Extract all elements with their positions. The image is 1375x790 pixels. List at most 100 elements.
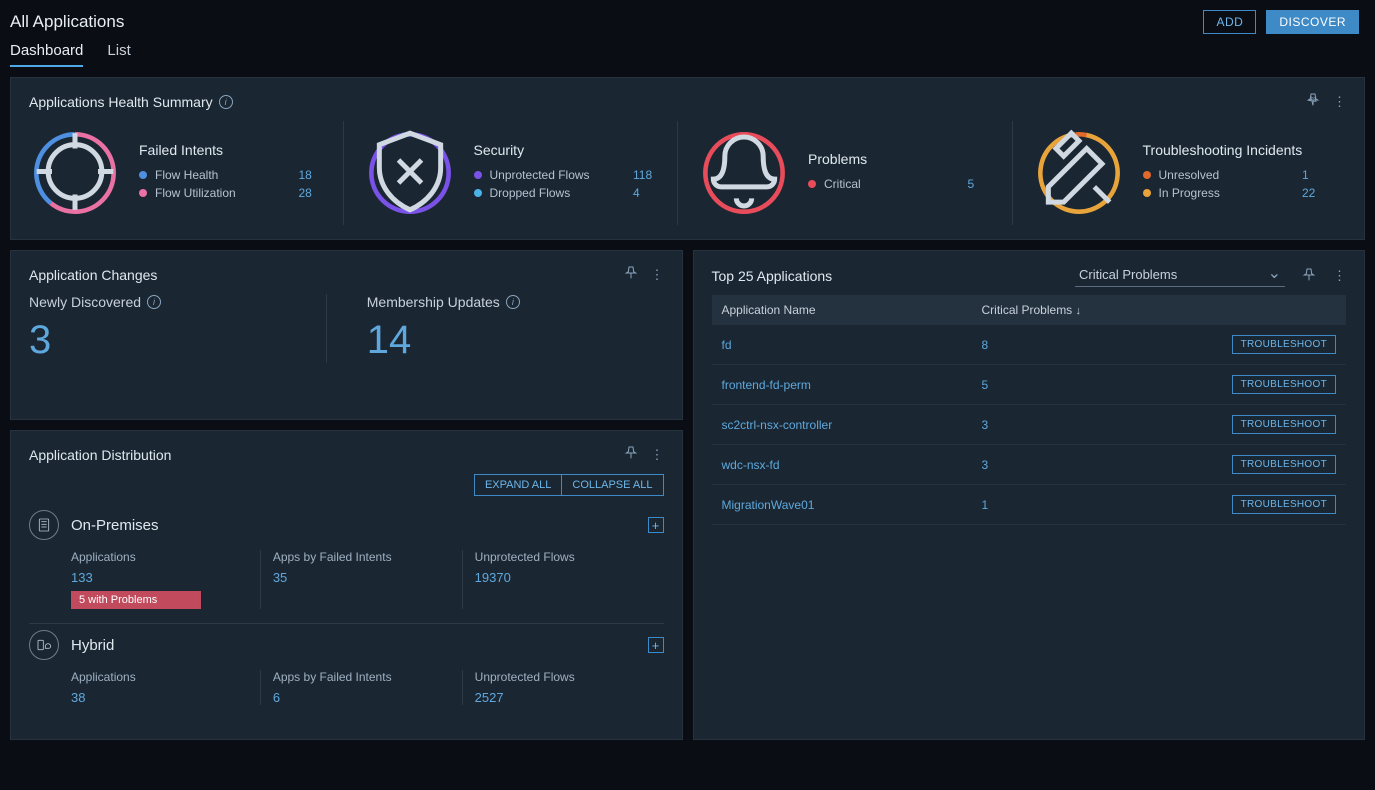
pin-icon[interactable] (1301, 267, 1317, 286)
pin-icon[interactable] (623, 445, 639, 464)
dist-value[interactable]: 38 (71, 690, 248, 705)
distribution-group-onprem: On-Premises + Applications 133 5 with Pr… (29, 510, 664, 624)
legend-value[interactable]: 18 (299, 168, 323, 182)
table-row: fd8 TROUBLESHOOT (712, 325, 1347, 365)
tab-list[interactable]: List (107, 42, 130, 67)
dot-icon (1143, 189, 1151, 197)
critical-problems-value: 1 (982, 498, 1212, 512)
table-row: sc2ctrl-nsx-controller3 TROUBLESHOOT (712, 405, 1347, 445)
collapse-all-button[interactable]: COLLAPSE ALL (561, 474, 663, 496)
health-troubleshooting: Troubleshooting Incidents Unresolved 1 In… (1013, 121, 1347, 225)
critical-problems-value: 3 (982, 458, 1212, 472)
application-changes-title: Application Changes (29, 267, 157, 283)
tools-icon (1033, 126, 1125, 221)
add-button[interactable]: ADD (1203, 10, 1256, 34)
dot-icon (139, 189, 147, 197)
legend-label: In Progress (1159, 186, 1295, 200)
dot-icon (474, 171, 482, 179)
column-critical-problems[interactable]: Critical Problems ↓ (982, 303, 1212, 317)
troubleshooting-heading: Troubleshooting Incidents (1143, 142, 1327, 158)
info-icon[interactable]: i (219, 95, 233, 109)
expand-all-button[interactable]: EXPAND ALL (474, 474, 561, 496)
dist-value[interactable]: 19370 (475, 570, 652, 585)
kebab-icon[interactable]: ⋮ (651, 267, 664, 283)
app-name-link[interactable]: wdc-nsx-fd (722, 458, 982, 472)
legend-value[interactable]: 1 (1302, 168, 1326, 182)
health-summary-panel: Applications Health Summary i ⋮ (10, 77, 1365, 240)
troubleshoot-button[interactable]: TROUBLESHOOT (1232, 415, 1336, 434)
table-header: Application Name Critical Problems ↓ (712, 295, 1347, 325)
problems-heading: Problems (808, 151, 992, 167)
tabs: Dashboard List (0, 34, 1375, 67)
critical-problems-value: 3 (982, 418, 1212, 432)
troubleshoot-button[interactable]: TROUBLESHOOT (1232, 375, 1336, 394)
critical-problems-value: 5 (982, 378, 1212, 392)
health-problems: Problems Critical 5 (678, 121, 1013, 225)
application-distribution-panel: Application Distribution ⋮ EXPAND ALL CO… (10, 430, 683, 740)
troubleshoot-button[interactable]: TROUBLESHOOT (1232, 335, 1336, 354)
app-name-link[interactable]: MigrationWave01 (722, 498, 982, 512)
legend-label: Flow Utilization (155, 186, 291, 200)
column-app-name[interactable]: Application Name (722, 303, 982, 317)
legend-label: Unresolved (1159, 168, 1295, 182)
dist-value[interactable]: 133 (71, 570, 248, 585)
troubleshoot-button[interactable]: TROUBLESHOOT (1232, 455, 1336, 474)
failed-intents-heading: Failed Intents (139, 142, 323, 158)
app-name-link[interactable]: frontend-fd-perm (722, 378, 982, 392)
top-applications-panel: Top 25 Applications Critical Problems ⋮ … (693, 250, 1366, 740)
expand-button[interactable]: + (648, 517, 664, 533)
distribution-name: Hybrid (71, 637, 636, 654)
dot-icon (1143, 171, 1151, 179)
table-row: MigrationWave011 TROUBLESHOOT (712, 485, 1347, 525)
legend-value[interactable]: 4 (633, 186, 657, 200)
discover-button[interactable]: DISCOVER (1266, 10, 1359, 34)
kebab-icon[interactable]: ⋮ (1333, 94, 1346, 110)
kebab-icon[interactable]: ⋮ (1333, 268, 1346, 284)
pin-icon[interactable] (623, 265, 639, 284)
shield-x-icon (364, 126, 456, 221)
legend-value[interactable]: 28 (299, 186, 323, 200)
security-heading: Security (474, 142, 658, 158)
info-icon[interactable]: i (506, 295, 520, 309)
legend-label: Dropped Flows (490, 186, 626, 200)
dist-label: Apps by Failed Intents (273, 670, 450, 684)
dist-value[interactable]: 6 (273, 690, 450, 705)
legend-label: Flow Health (155, 168, 291, 182)
dist-label: Applications (71, 670, 248, 684)
dist-value[interactable]: 2527 (475, 690, 652, 705)
legend-value[interactable]: 118 (633, 168, 657, 182)
legend-label: Critical (824, 177, 960, 191)
datacenter-icon (29, 510, 59, 540)
dot-icon (474, 189, 482, 197)
newly-discovered-label: Newly Discovered (29, 294, 141, 310)
application-changes-panel: Application Changes ⋮ Newly Discoveredi … (10, 250, 683, 420)
membership-updates-value[interactable]: 14 (367, 318, 664, 363)
kebab-icon[interactable]: ⋮ (651, 447, 664, 463)
expand-button[interactable]: + (648, 637, 664, 653)
health-summary-title: Applications Health Summary (29, 94, 213, 110)
filter-select[interactable]: Critical Problems (1075, 265, 1285, 287)
application-distribution-title: Application Distribution (29, 447, 171, 463)
dist-label: Unprotected Flows (475, 670, 652, 684)
troubleshoot-button[interactable]: TROUBLESHOOT (1232, 495, 1336, 514)
distribution-name: On-Premises (71, 517, 636, 534)
hybrid-icon (29, 630, 59, 660)
legend-value[interactable]: 22 (1302, 186, 1326, 200)
app-name-link[interactable]: sc2ctrl-nsx-controller (722, 418, 982, 432)
tab-dashboard[interactable]: Dashboard (10, 42, 83, 67)
dist-label: Applications (71, 550, 248, 564)
legend-value[interactable]: 5 (968, 177, 992, 191)
critical-problems-value: 8 (982, 338, 1212, 352)
dist-label: Apps by Failed Intents (273, 550, 450, 564)
newly-discovered-value[interactable]: 3 (29, 318, 326, 363)
top-applications-title: Top 25 Applications (712, 268, 833, 284)
dist-value[interactable]: 35 (273, 570, 450, 585)
health-failed-intents: Failed Intents Flow Health 18 Flow Utiliz… (29, 121, 344, 225)
problems-badge[interactable]: 5 with Problems (71, 591, 201, 609)
distribution-group-hybrid: Hybrid + Applications 38 Apps by Failed … (29, 630, 664, 719)
dot-icon (139, 171, 147, 179)
target-icon (29, 126, 121, 221)
pin-icon[interactable] (1305, 92, 1321, 111)
info-icon[interactable]: i (147, 295, 161, 309)
app-name-link[interactable]: fd (722, 338, 982, 352)
